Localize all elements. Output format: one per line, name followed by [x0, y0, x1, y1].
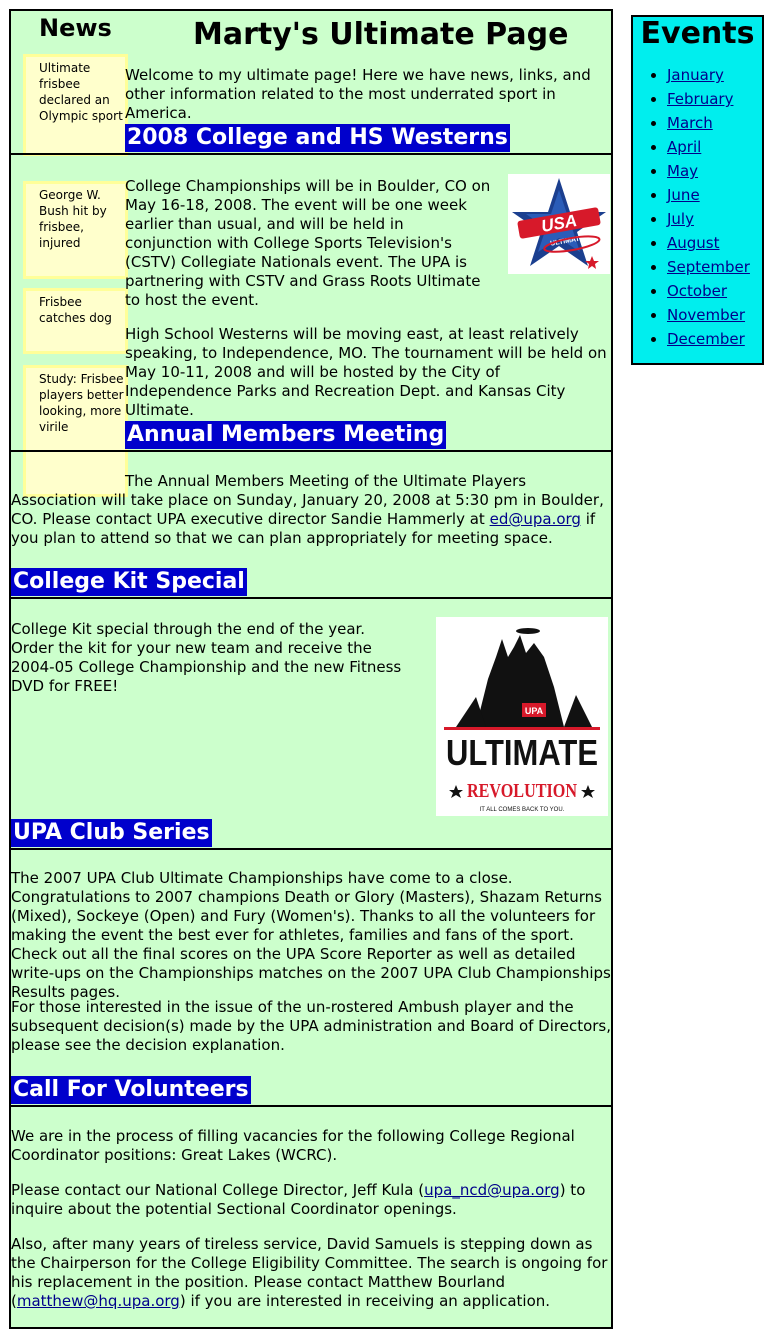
month-link-august[interactable]: August: [667, 234, 720, 252]
club-paragraph-1: The 2007 UPA Club Ultimate Championships…: [11, 869, 611, 1001]
volunteers-paragraph-2: Please contact our National College Dire…: [11, 1181, 611, 1219]
section-heading-volunteers: Call For Volunteers: [11, 1076, 251, 1104]
month-list-item: July: [667, 207, 762, 231]
section-divider: [11, 1105, 611, 1107]
events-heading: Events: [640, 16, 755, 51]
month-link-june[interactable]: June: [667, 186, 700, 204]
page-title: Marty's Ultimate Page: [193, 17, 569, 52]
month-list-item: August: [667, 231, 762, 255]
westerns-paragraph-2: High School Westerns will be moving east…: [125, 325, 607, 419]
month-list-item: November: [667, 303, 762, 327]
email-link-ncd[interactable]: upa_ncd@upa.org: [424, 1181, 560, 1199]
month-list-item: February: [667, 87, 762, 111]
month-list-item: December: [667, 327, 762, 351]
news-item-text: George W. Bush hit by frisbee, injured: [39, 188, 107, 250]
month-list-item: October: [667, 279, 762, 303]
events-sidebar: Events January February March April May …: [631, 15, 764, 365]
month-link-december[interactable]: December: [667, 330, 745, 348]
meeting-paragraph: The Annual Members Meeting of the Ultima…: [11, 472, 609, 548]
section-divider: [11, 450, 611, 452]
month-link-november[interactable]: November: [667, 306, 745, 324]
month-link-april[interactable]: April: [667, 138, 701, 156]
news-heading: News: [39, 14, 112, 42]
month-link-february[interactable]: February: [667, 90, 733, 108]
news-item[interactable]: Ultimate frisbee declared an Olympic spo…: [23, 54, 128, 156]
logo-subtitle-text: REVOLUTION: [467, 780, 577, 802]
news-item[interactable]: Frisbee catches dog: [23, 288, 128, 354]
section-heading-kit: College Kit Special: [11, 568, 247, 596]
email-link-ed[interactable]: ed@upa.org: [490, 510, 581, 528]
intro-text: Welcome to my ultimate page! Here we hav…: [125, 66, 591, 122]
month-link-march[interactable]: March: [667, 114, 713, 132]
month-list-item: May: [667, 159, 762, 183]
upa-badge-text: UPA: [525, 706, 544, 716]
usa-ultimate-logo: USA ULTIMATE: [508, 174, 610, 274]
month-link-may[interactable]: May: [667, 162, 698, 180]
section-divider: [11, 597, 611, 599]
logo-title-text: ULTIMATE: [446, 732, 598, 773]
volunteers-paragraph-1: We are in the process of filling vacanci…: [11, 1127, 575, 1164]
volunteers-paragraph-3: Also, after many years of tireless servi…: [11, 1235, 611, 1311]
volunteers-p3-after: ) if you are interested in receiving an …: [179, 1292, 551, 1310]
main-content: Marty's Ultimate Page News Ultimate fris…: [9, 9, 613, 1329]
month-list-item: March: [667, 111, 762, 135]
month-link-january[interactable]: January: [667, 66, 724, 84]
month-link-october[interactable]: October: [667, 282, 727, 300]
month-list-item: April: [667, 135, 762, 159]
news-item-text: Frisbee catches dog: [39, 295, 112, 325]
section-heading-meeting: Annual Members Meeting: [125, 421, 447, 449]
month-link-july[interactable]: July: [667, 210, 694, 228]
ultimate-revolution-logo: UPA ULTIMATE REVOLUTION IT ALL COMES BAC…: [436, 617, 608, 816]
section-divider: [11, 153, 611, 155]
westerns-paragraph-1: College Championships will be in Boulder…: [125, 177, 491, 309]
email-link-matthew[interactable]: matthew@hq.upa.org: [17, 1292, 180, 1310]
news-item[interactable]: George W. Bush hit by frisbee, injured: [23, 181, 128, 279]
kit-paragraph: College Kit special through the end of t…: [11, 620, 402, 695]
section-heading-westerns: 2008 College and HS Westerns: [125, 124, 510, 152]
news-item-text: Ultimate frisbee declared an Olympic spo…: [39, 61, 123, 123]
month-list: January February March April May June Ju…: [633, 63, 762, 351]
month-list-item: January: [667, 63, 762, 87]
volunteers-p2-before: Please contact our National College Dire…: [11, 1181, 425, 1199]
logo-tagline-text: IT ALL COMES BACK TO YOU.: [480, 807, 565, 813]
section-heading-club: UPA Club Series: [11, 819, 212, 847]
news-item-text: Study: Frisbee players better looking, m…: [39, 372, 124, 434]
section-divider: [11, 848, 611, 850]
month-link-september[interactable]: September: [667, 258, 750, 276]
club-paragraph-2: For those interested in the issue of the…: [11, 998, 612, 1054]
month-list-item: September: [667, 255, 762, 279]
month-list-item: June: [667, 183, 762, 207]
